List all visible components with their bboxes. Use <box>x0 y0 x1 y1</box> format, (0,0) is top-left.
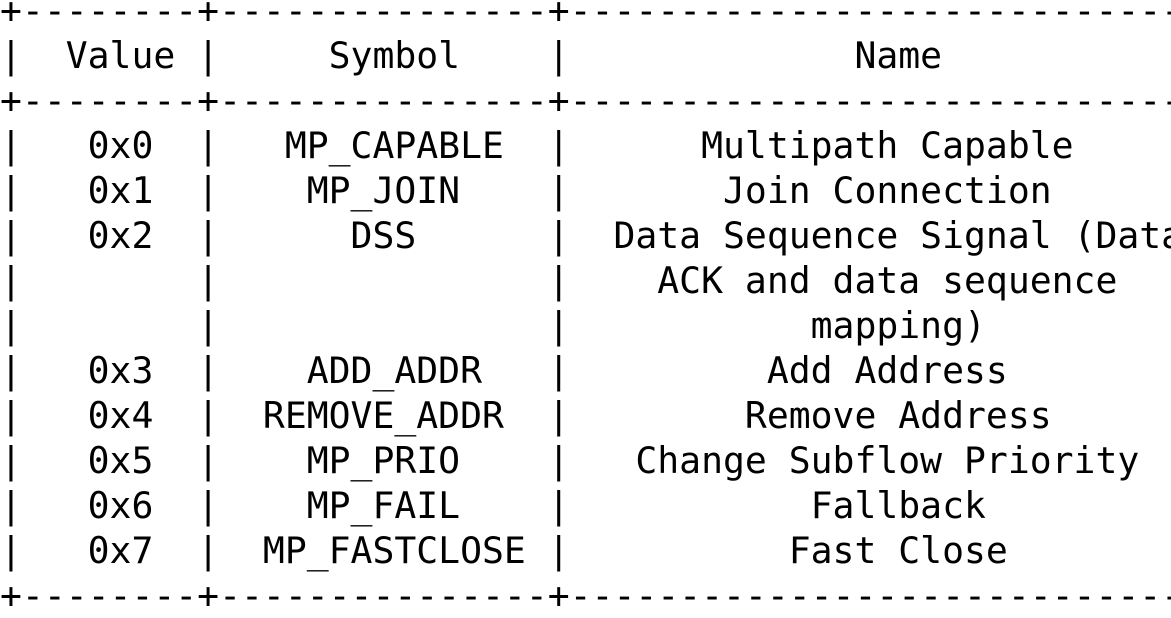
table-border-top: +--------+---------------+--------------… <box>0 0 1171 32</box>
table-row-continuation: | | | ACK and data sequence | <box>0 259 1171 302</box>
table-row: | 0x2 | DSS | Data Sequence Signal (Data… <box>0 214 1171 257</box>
table-row: | 0x4 | REMOVE_ADDR | Remove Address | <box>0 394 1171 437</box>
table-row: | 0x5 | MP_PRIO | Change Subflow Priorit… <box>0 439 1171 482</box>
table-border-bottom: +--------+---------------+--------------… <box>0 574 1171 617</box>
table-row: | 0x7 | MP_FASTCLOSE | Fast Close | <box>0 529 1171 572</box>
table-header-row: | Value | Symbol | Name | <box>0 34 1171 77</box>
mptcp-option-subtypes-table: +--------+---------------+--------------… <box>0 0 1171 617</box>
table-row: | 0x0 | MP_CAPABLE | Multipath Capable | <box>0 124 1171 167</box>
table-row-continuation: | | | mapping) | <box>0 304 1171 347</box>
table-row: | 0x6 | MP_FAIL | Fallback | <box>0 484 1171 527</box>
table-row: | 0x3 | ADD_ADDR | Add Address | <box>0 349 1171 392</box>
table-header-separator: +--------+---------------+--------------… <box>0 79 1171 122</box>
table-row: | 0x1 | MP_JOIN | Join Connection | <box>0 169 1171 212</box>
